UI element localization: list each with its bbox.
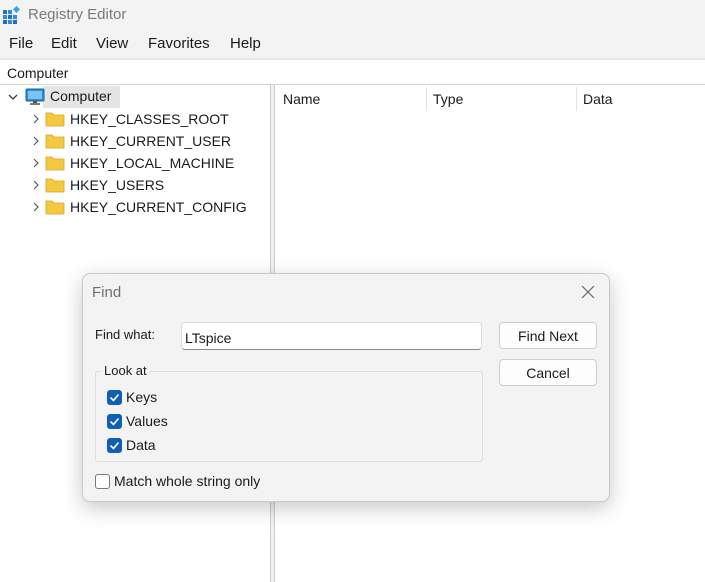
tree-item-label: HKEY_LOCAL_MACHINE bbox=[70, 155, 235, 171]
keys-checkbox-label: Keys bbox=[126, 389, 158, 405]
checkmark-icon bbox=[109, 417, 120, 426]
computer-icon bbox=[25, 88, 45, 105]
find-next-button[interactable]: Find Next bbox=[499, 322, 597, 349]
find-dialog: Find Find what: Find Next Cancel Look at… bbox=[82, 273, 610, 502]
menu-bar: File Edit View Favorites Help bbox=[0, 30, 705, 58]
close-icon[interactable] bbox=[581, 285, 595, 299]
keys-checkbox-row[interactable]: Keys bbox=[107, 389, 157, 405]
column-header-name[interactable]: Name bbox=[283, 91, 320, 107]
tree-item-label: HKEY_USERS bbox=[70, 177, 165, 193]
column-divider[interactable] bbox=[426, 87, 427, 111]
find-what-input[interactable] bbox=[181, 322, 482, 350]
checkmark-icon bbox=[109, 393, 120, 402]
menu-edit[interactable]: Edit bbox=[51, 35, 77, 52]
data-checkbox[interactable] bbox=[107, 437, 122, 453]
data-checkbox-row[interactable]: Data bbox=[107, 437, 156, 453]
match-whole-row[interactable]: Match whole string only bbox=[95, 473, 260, 489]
column-header-data[interactable]: Data bbox=[583, 91, 613, 107]
menu-view[interactable]: View bbox=[96, 35, 128, 52]
folder-icon bbox=[45, 112, 65, 127]
match-whole-checkbox[interactable] bbox=[95, 473, 110, 489]
folder-icon bbox=[45, 134, 65, 149]
menu-favorites[interactable]: Favorites bbox=[148, 35, 210, 52]
tree-item-hkey-local-machine[interactable]: HKEY_LOCAL_MACHINE bbox=[0, 152, 270, 174]
folder-icon bbox=[45, 156, 65, 171]
values-checkbox-row[interactable]: Values bbox=[107, 413, 168, 429]
chevron-right-icon[interactable] bbox=[31, 180, 41, 190]
tree-item-hkey-current-user[interactable]: HKEY_CURRENT_USER bbox=[0, 130, 270, 152]
address-path: Computer bbox=[7, 65, 69, 81]
chevron-right-icon[interactable] bbox=[31, 136, 41, 146]
column-header-type[interactable]: Type bbox=[433, 91, 463, 107]
chevron-right-icon[interactable] bbox=[31, 202, 41, 212]
registry-editor-icon bbox=[3, 5, 21, 24]
chevron-right-icon[interactable] bbox=[31, 158, 41, 168]
match-whole-label: Match whole string only bbox=[114, 473, 261, 489]
menu-file[interactable]: File bbox=[9, 35, 33, 52]
folder-icon bbox=[45, 200, 65, 215]
look-at-label: Look at bbox=[101, 363, 150, 378]
tree-item-hkey-current-config[interactable]: HKEY_CURRENT_CONFIG bbox=[0, 196, 270, 218]
tree-item-label: HKEY_CLASSES_ROOT bbox=[70, 111, 229, 127]
chevron-right-icon[interactable] bbox=[31, 114, 41, 124]
folder-icon bbox=[45, 178, 65, 193]
data-checkbox-label: Data bbox=[126, 437, 156, 453]
tree-item-hkey-classes-root[interactable]: HKEY_CLASSES_ROOT bbox=[0, 108, 270, 130]
cancel-button[interactable]: Cancel bbox=[499, 359, 597, 386]
title-bar: Registry Editor bbox=[0, 0, 705, 30]
chevron-down-icon[interactable] bbox=[8, 92, 18, 102]
tree-item-hkey-users[interactable]: HKEY_USERS bbox=[0, 174, 270, 196]
values-checkbox[interactable] bbox=[107, 413, 122, 429]
tree-root-label: Computer bbox=[50, 88, 112, 104]
window-title: Registry Editor bbox=[28, 6, 127, 23]
menu-help[interactable]: Help bbox=[230, 35, 261, 52]
address-bar[interactable]: Computer bbox=[0, 58, 705, 85]
keys-checkbox[interactable] bbox=[107, 389, 122, 405]
checkmark-icon bbox=[109, 441, 120, 450]
find-what-label: Find what: bbox=[95, 327, 155, 342]
dialog-title: Find bbox=[92, 284, 122, 301]
tree-item-label: HKEY_CURRENT_CONFIG bbox=[70, 199, 247, 215]
column-divider[interactable] bbox=[576, 87, 577, 111]
tree-item-label: HKEY_CURRENT_USER bbox=[70, 133, 232, 149]
values-checkbox-label: Values bbox=[126, 413, 168, 429]
